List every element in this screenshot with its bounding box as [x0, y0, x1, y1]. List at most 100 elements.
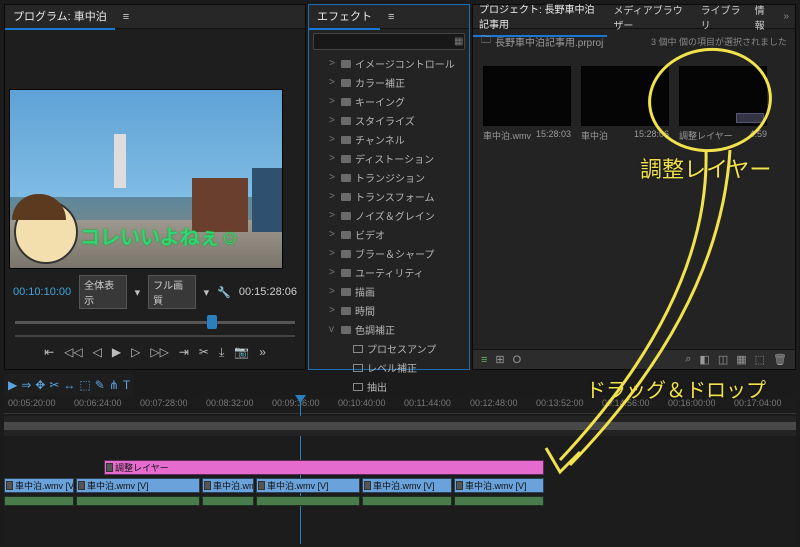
toolbar-icon[interactable]: ⬚ [755, 353, 765, 366]
effect-folder[interactable]: >イメージコントロール [311, 54, 467, 73]
new-item-icon[interactable]: ◫ [718, 353, 728, 366]
timecode-out[interactable]: 00:15:28:06 [239, 286, 297, 298]
timeline-work-area[interactable] [4, 416, 796, 436]
mark-out-icon[interactable]: ⇥ [179, 345, 189, 360]
slip-tool-icon[interactable]: ↔ [63, 378, 75, 392]
effect-folder[interactable]: >時間 [311, 301, 467, 320]
frame-fwd-icon[interactable]: ▷ [131, 345, 140, 360]
program-scrubber[interactable] [15, 315, 295, 329]
bin-thumbnail[interactable] [483, 66, 571, 126]
folder-icon [341, 60, 351, 68]
new-bin-icon[interactable]: ◧ [699, 353, 709, 366]
audio-track-2[interactable] [4, 508, 796, 518]
effect-folder[interactable]: >ディストーション [311, 149, 467, 168]
timeline-clip-audio[interactable] [202, 496, 254, 506]
bin-thumbnail[interactable] [581, 66, 669, 126]
timecode-in[interactable]: 00:10:10:00 [13, 286, 71, 298]
toolbar-icon[interactable]: ▦ [736, 353, 746, 366]
timeline-clip-video[interactable]: 車中泊.wmv [V] [362, 478, 452, 493]
timeline-clip-audio[interactable] [256, 496, 360, 506]
bin-thumbnail[interactable] [679, 66, 767, 126]
video-track-2[interactable]: 調整レイヤー [4, 460, 796, 476]
hand-tool-icon[interactable]: ✎ [95, 378, 105, 392]
timeline-clip-adjustment[interactable]: 調整レイヤー [104, 460, 544, 475]
effect-preset[interactable]: プロセスアンプ [311, 339, 467, 358]
timeline-clip-video[interactable]: 車中泊.wmv [V] [256, 478, 360, 493]
frame-back-icon[interactable]: ◁ [93, 345, 102, 360]
lift-icon[interactable]: ✂ [199, 345, 209, 360]
mark-in-icon[interactable]: ⇤ [44, 345, 54, 360]
effect-folder[interactable]: >キーイング [311, 92, 467, 111]
timeline-clip-video[interactable]: 車中泊.wmv [V] [202, 478, 254, 493]
timeline-clip-audio[interactable] [362, 496, 452, 506]
effect-folder[interactable]: >スタイライズ [311, 111, 467, 130]
effect-folder[interactable]: >トランジション [311, 168, 467, 187]
timeline-clip-audio[interactable] [4, 496, 74, 506]
folder-icon [341, 269, 351, 277]
razor-tool-icon[interactable]: ✂ [49, 378, 59, 392]
step-back-icon[interactable]: ◁◁ [64, 345, 82, 360]
info-tab[interactable]: 情報 [749, 0, 778, 36]
project-bin-item[interactable]: 車中泊.wmv 15:28:03 [483, 66, 571, 142]
effect-folder[interactable]: >ビデオ [311, 225, 467, 244]
effect-folder[interactable]: >ブラー＆シャープ [311, 244, 467, 263]
quality-chevron-icon[interactable]: ▾ [204, 286, 210, 299]
quality-select[interactable]: フル画質 [148, 275, 195, 309]
effects-search[interactable]: ▦ [313, 33, 465, 50]
project-bin-item[interactable]: 車中泊 15:28:06 [581, 66, 669, 142]
panel-menu-icon[interactable]: ≡ [115, 7, 137, 27]
timeline-clip-video[interactable]: 車中泊.wmv [V] [4, 478, 74, 493]
effects-search-input[interactable] [322, 36, 454, 47]
time-ruler[interactable]: 00:05:20:0000:06:24:0000:07:28:0000:08:3… [4, 396, 796, 414]
project-bin-item[interactable]: 調整レイヤー 4:59 [679, 66, 767, 142]
search-icon[interactable]: ⌕ [685, 353, 691, 366]
effect-folder[interactable]: >チャンネル [311, 130, 467, 149]
panel-menu-icon[interactable]: ≡ [380, 7, 402, 27]
wrench-icon[interactable]: 🔧 [217, 286, 231, 299]
video-track-1[interactable]: 車中泊.wmv [V]車中泊.wmv [V]車中泊.wmv [V]車中泊.wmv… [4, 478, 796, 494]
program-viewer[interactable]: コレいいよねぇ☺ [9, 89, 283, 269]
effect-folder[interactable]: >トランスフォーム [311, 187, 467, 206]
effect-folder[interactable]: >カラー補正 [311, 73, 467, 92]
effects-tab[interactable]: エフェクト [309, 4, 380, 30]
effect-folder[interactable]: >ノイズ＆グレイン [311, 206, 467, 225]
scrubber-playhead[interactable] [207, 315, 217, 329]
ripple-tool-icon[interactable]: ✥ [35, 378, 45, 392]
extract-icon[interactable]: ⤓ [219, 345, 224, 360]
pen-tool-icon[interactable]: ⬚ [79, 378, 90, 392]
effects-filter-icon[interactable]: ▦ [454, 36, 463, 47]
more-icon[interactable]: » [259, 345, 266, 360]
timeline-clip-video[interactable]: 車中泊.wmv [V] [454, 478, 544, 493]
zoom-bar[interactable] [15, 335, 295, 337]
effect-folder[interactable]: v色調補正 [311, 320, 467, 339]
effect-folder[interactable]: >ユーティリティ [311, 263, 467, 282]
clip-icon [353, 364, 363, 372]
list-view-icon[interactable]: ≡ [481, 354, 487, 366]
media-browser-tab[interactable]: メディアブラウザー [607, 0, 694, 36]
effect-preset[interactable]: 抽出 [311, 377, 467, 396]
effects-panel-header: エフェクト ≡ [309, 5, 469, 29]
type-tool-icon[interactable]: T [123, 378, 130, 392]
zoom-select[interactable]: 全体表示 [79, 275, 126, 309]
export-frame-icon[interactable]: 📷 [234, 345, 249, 360]
timeline-clip-video[interactable]: 車中泊.wmv [V] [76, 478, 200, 493]
selection-tool-icon[interactable]: ▶ [8, 378, 17, 392]
zoom-chevron-icon[interactable]: ▾ [135, 286, 141, 299]
chevron-icon: > [329, 172, 337, 183]
audio-track-1[interactable] [4, 496, 796, 506]
zoom-tool-icon[interactable]: ⋔ [109, 378, 119, 392]
timeline-clip-audio[interactable] [454, 496, 544, 506]
freeform-view-icon[interactable]: O [513, 354, 522, 366]
project-tab[interactable]: プロジェクト: 長野車中泊記事用 [473, 0, 607, 37]
track-select-tool-icon[interactable]: ⇒ [21, 378, 31, 392]
icon-view-icon[interactable]: ⊞ [495, 353, 504, 366]
effect-preset[interactable]: レベル補正 [311, 358, 467, 377]
timeline-clip-audio[interactable] [76, 496, 200, 506]
panel-more-icon[interactable]: » [777, 11, 795, 22]
library-tab[interactable]: ライブラリ [695, 0, 749, 36]
play-icon[interactable]: ▶ [112, 345, 121, 360]
step-fwd-icon[interactable]: ▷▷ [150, 345, 168, 360]
effect-folder[interactable]: >描画 [311, 282, 467, 301]
program-tab[interactable]: プログラム: 車中泊 [5, 4, 115, 30]
trash-icon[interactable]: 🗑 [773, 353, 787, 366]
